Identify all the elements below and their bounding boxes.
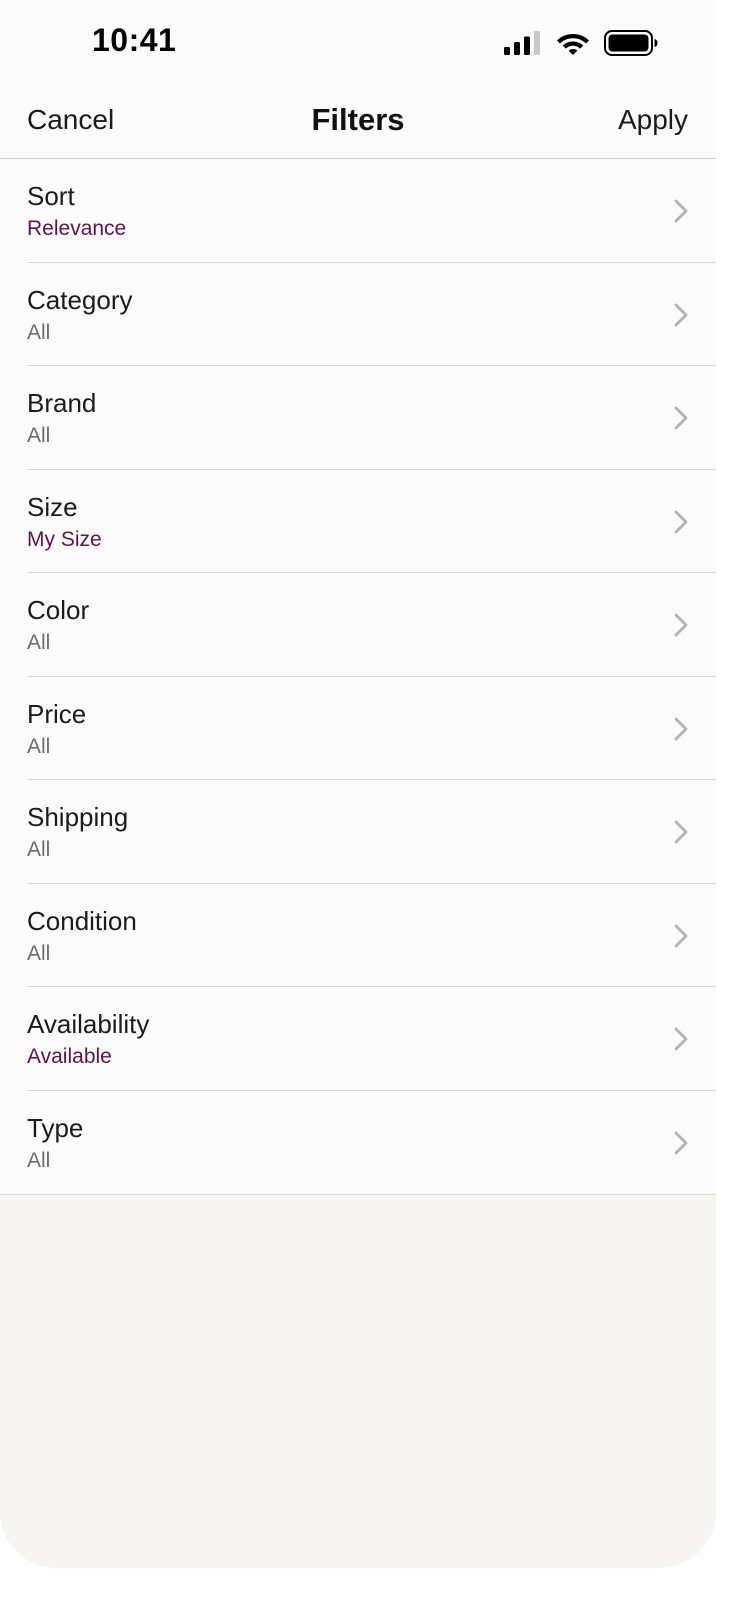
filter-label: Condition	[27, 905, 137, 936]
chevron-right-icon	[674, 303, 688, 332]
nav-bar: Cancel Filters Apply	[0, 86, 716, 159]
filter-row-price[interactable]: Price All	[0, 677, 716, 781]
filter-row-sort[interactable]: Sort Relevance	[0, 159, 716, 263]
filter-row-type[interactable]: Type All	[0, 1091, 716, 1195]
filter-row-category[interactable]: Category All	[0, 263, 716, 367]
chevron-right-icon	[674, 406, 688, 435]
filter-value: All	[27, 424, 51, 447]
filter-row-size[interactable]: Size My Size	[0, 470, 716, 574]
filter-label: Brand	[27, 388, 97, 418]
filter-label: Size	[27, 491, 78, 522]
filter-label: Sort	[27, 181, 75, 211]
filter-row-condition[interactable]: Condition All	[0, 884, 716, 988]
page-title: Filters	[311, 102, 405, 137]
battery-icon	[604, 30, 658, 56]
filter-label: Shipping	[27, 802, 129, 832]
chevron-right-icon	[674, 510, 688, 539]
filter-row-color[interactable]: Color All	[0, 573, 716, 677]
chevron-right-icon	[674, 1027, 688, 1056]
filter-row-brand[interactable]: Brand All	[0, 366, 716, 470]
status-time: 10:41	[92, 22, 177, 58]
filter-value: All	[27, 320, 51, 344]
filter-label: Type	[27, 1112, 84, 1143]
wifi-icon	[556, 31, 590, 56]
filter-value: All	[27, 734, 51, 758]
filter-row-availability[interactable]: Availability Available	[0, 987, 716, 1091]
status-icons	[504, 30, 658, 56]
filter-value: All	[27, 631, 51, 654]
chevron-right-icon	[674, 199, 688, 228]
filter-label: Category	[27, 284, 133, 315]
filter-value: Relevance	[27, 217, 127, 240]
filters-screen: 10:41 Cancel Filters Apply Sort Relevanc…	[0, 0, 716, 1568]
filter-value: All	[27, 1148, 51, 1172]
chevron-right-icon	[674, 613, 688, 642]
filter-value: All	[27, 941, 51, 965]
status-bar: 10:41	[0, 0, 716, 86]
signal-icon	[504, 31, 542, 55]
filter-label: Availability	[27, 1009, 150, 1039]
filter-value: All	[27, 838, 51, 861]
chevron-right-icon	[674, 1131, 688, 1160]
chevron-right-icon	[674, 924, 688, 953]
filter-value: My Size	[27, 527, 102, 551]
filter-list: Sort Relevance Category All Brand All Si…	[0, 159, 716, 1195]
top-area: 10:41 Cancel Filters Apply	[0, 0, 716, 159]
filter-row-shipping[interactable]: Shipping All	[0, 780, 716, 884]
filter-label: Price	[27, 698, 87, 729]
filter-value: Available	[27, 1045, 112, 1068]
apply-button[interactable]: Apply	[618, 104, 688, 136]
chevron-right-icon	[674, 820, 688, 849]
chevron-right-icon	[674, 717, 688, 746]
filter-label: Color	[27, 595, 90, 625]
